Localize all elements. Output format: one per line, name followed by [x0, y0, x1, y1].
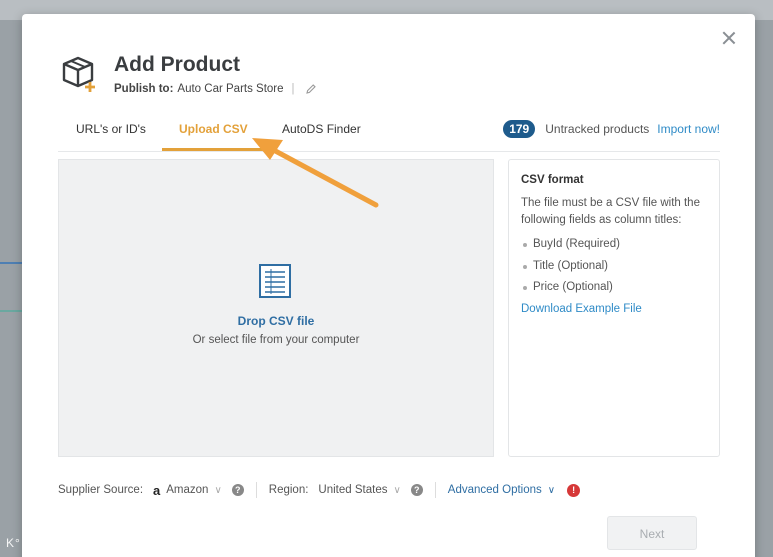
help-icon[interactable]: ?: [231, 484, 244, 496]
csv-file-icon: [259, 264, 291, 298]
amazon-logo-icon: a: [153, 482, 161, 498]
publish-label: Publish to:: [114, 83, 174, 95]
divider: [255, 482, 257, 498]
csv-format-panel: CSV format The file must be a CSV file w…: [508, 159, 720, 457]
supplier-value: Amazon: [166, 484, 209, 496]
region-label: Region:: [268, 484, 309, 496]
close-icon[interactable]: [721, 30, 737, 46]
divider: [434, 482, 436, 498]
region-value: United States: [318, 484, 388, 496]
csv-field-list: BuyId (Required) Title (Optional) Price …: [521, 234, 707, 299]
footer-options: Supplier Source: a Amazon ∨ ? Region: Un…: [58, 480, 581, 500]
publish-to: Publish to: Auto Car Parts Store |: [114, 83, 317, 95]
advanced-options-toggle[interactable]: Advanced Options ∨: [448, 484, 555, 496]
chevron-down-icon: ∨: [214, 484, 222, 496]
untracked-text: Untracked products: [545, 122, 650, 136]
tab-urls-ids[interactable]: URL's or ID's: [76, 122, 146, 136]
active-tab-indicator: [162, 148, 272, 151]
csv-drop-zone[interactable]: Drop CSV file Or select file from your c…: [58, 159, 494, 457]
tab-bar: URL's or ID's Upload CSV AutoDS Finder 1…: [58, 114, 720, 152]
download-example-link[interactable]: Download Example File: [521, 303, 707, 315]
untracked-count-badge: 179: [503, 120, 536, 138]
publish-separator: |: [291, 83, 295, 95]
alert-icon: !: [567, 483, 581, 497]
next-button[interactable]: Next: [607, 516, 697, 550]
tab-autods-finder[interactable]: AutoDS Finder: [282, 122, 361, 136]
untracked-products: 179 Untracked products Import now!: [503, 120, 720, 138]
list-item: Price (Optional): [521, 277, 707, 299]
select-file-text[interactable]: Or select file from your computer: [59, 334, 493, 346]
watermark: K° 大数跨境: [6, 536, 78, 550]
box-add-icon: [62, 56, 95, 92]
add-product-modal: Add Product Publish to: Auto Car Parts S…: [22, 14, 755, 557]
drop-csv-title: Drop CSV file: [237, 314, 315, 328]
store-name: Auto Car Parts Store: [177, 83, 284, 95]
region-select[interactable]: United States ∨: [318, 484, 400, 496]
help-icon[interactable]: ?: [410, 484, 423, 496]
supplier-source-label: Supplier Source:: [58, 484, 144, 496]
list-item: BuyId (Required): [521, 234, 707, 256]
list-item: Title (Optional): [521, 256, 707, 278]
advanced-options-label: Advanced Options: [447, 484, 542, 496]
modal-title: Add Product: [114, 53, 240, 76]
tab-upload-csv[interactable]: Upload CSV: [179, 122, 248, 136]
csv-format-title: CSV format: [521, 174, 584, 186]
import-now-link[interactable]: Import now!: [657, 122, 720, 136]
csv-format-description: The file must be a CSV file with the fol…: [521, 197, 700, 226]
chevron-down-icon: ∨: [547, 484, 556, 496]
pencil-edit-icon[interactable]: [305, 83, 317, 95]
chevron-down-icon: ∨: [393, 484, 401, 496]
supplier-select[interactable]: a Amazon ∨: [153, 483, 222, 498]
